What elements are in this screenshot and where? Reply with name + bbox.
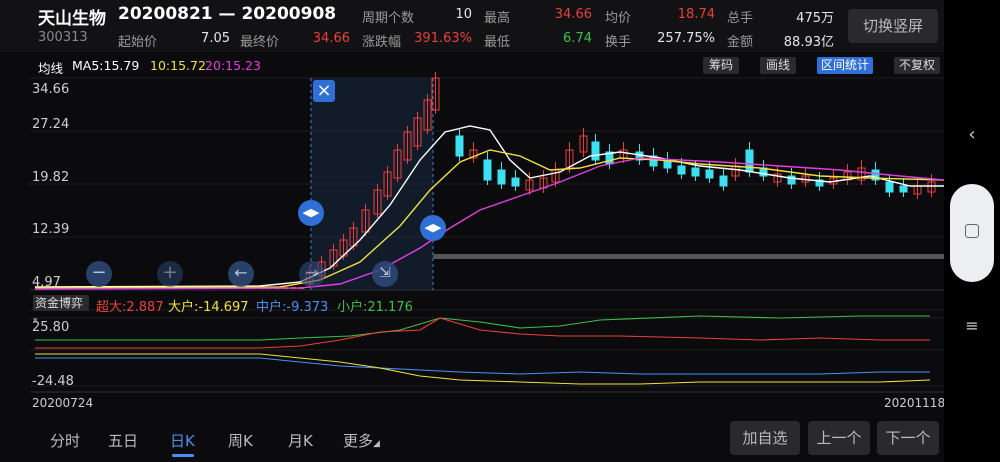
axis-label-3: 19.82: [32, 170, 70, 185]
zoom-out-icon[interactable]: −: [86, 261, 112, 287]
kline-chart[interactable]: [0, 0, 944, 420]
bottom-nav: [0, 420, 944, 462]
collapse-icon[interactable]: ⇲: [372, 261, 398, 287]
add-favorite-button[interactable]: 加自选: [730, 421, 800, 455]
axis-label-2: 27.24: [32, 117, 70, 132]
small-line: [35, 315, 930, 341]
prev-stock-button[interactable]: 上一个: [808, 421, 870, 455]
back-arrow-icon[interactable]: ←: [228, 261, 254, 287]
tab-more[interactable]: 更多◢: [343, 430, 380, 451]
active-tab-underline: [172, 454, 194, 457]
tab-more-label: 更多: [343, 432, 374, 450]
tab-five-day[interactable]: 五日: [108, 430, 138, 451]
corner-arrow-icon: ◢: [373, 439, 380, 449]
ind-axis-bottom: -24.48: [32, 374, 74, 389]
small-value: 小户:21.176: [337, 300, 413, 315]
start-date: 20200724: [32, 396, 94, 410]
drag-handle-icon[interactable]: ◀▶: [298, 200, 324, 226]
tab-monthly-k[interactable]: 月K: [288, 430, 313, 451]
zoom-in-icon[interactable]: +: [157, 261, 183, 287]
next-stock-button[interactable]: 下一个: [877, 421, 939, 455]
chart-grid: [30, 77, 944, 393]
mid-line: [35, 357, 930, 375]
horizontal-guide-bar: [433, 254, 944, 259]
mid-value: 中户:-9.373: [256, 300, 329, 315]
axis-label-5: 4.97: [32, 275, 61, 290]
screen: 天山生物 300313 20200821 — 20200908 起始价 7.05…: [0, 0, 946, 462]
close-icon[interactable]: ×: [313, 80, 335, 102]
axis-label-1: 34.66: [32, 82, 70, 97]
forward-arrow-icon[interactable]: →: [299, 261, 325, 287]
system-menu-icon[interactable]: ≡: [944, 316, 1000, 335]
drag-handle-icon[interactable]: ◀▶: [420, 215, 446, 241]
interval-selection-area[interactable]: [311, 78, 433, 290]
ind-axis-top: 25.80: [32, 320, 70, 335]
tab-daily-k[interactable]: 日K: [170, 430, 195, 451]
axis-label-4: 12.39: [32, 222, 70, 237]
system-home-icon[interactable]: [965, 224, 979, 238]
tab-intraday[interactable]: 分时: [50, 430, 80, 451]
system-back-icon[interactable]: ‹: [944, 124, 1000, 145]
big-value: 大户:-14.697: [168, 300, 249, 315]
indicator-name: 资金博弈: [35, 296, 84, 310]
tab-weekly-k[interactable]: 周K: [228, 430, 253, 451]
super-big-value: 超大:2.887: [96, 300, 164, 315]
end-date: 20201118: [884, 396, 946, 410]
indicator-selector[interactable]: 资金博弈 ▾: [33, 295, 89, 326]
